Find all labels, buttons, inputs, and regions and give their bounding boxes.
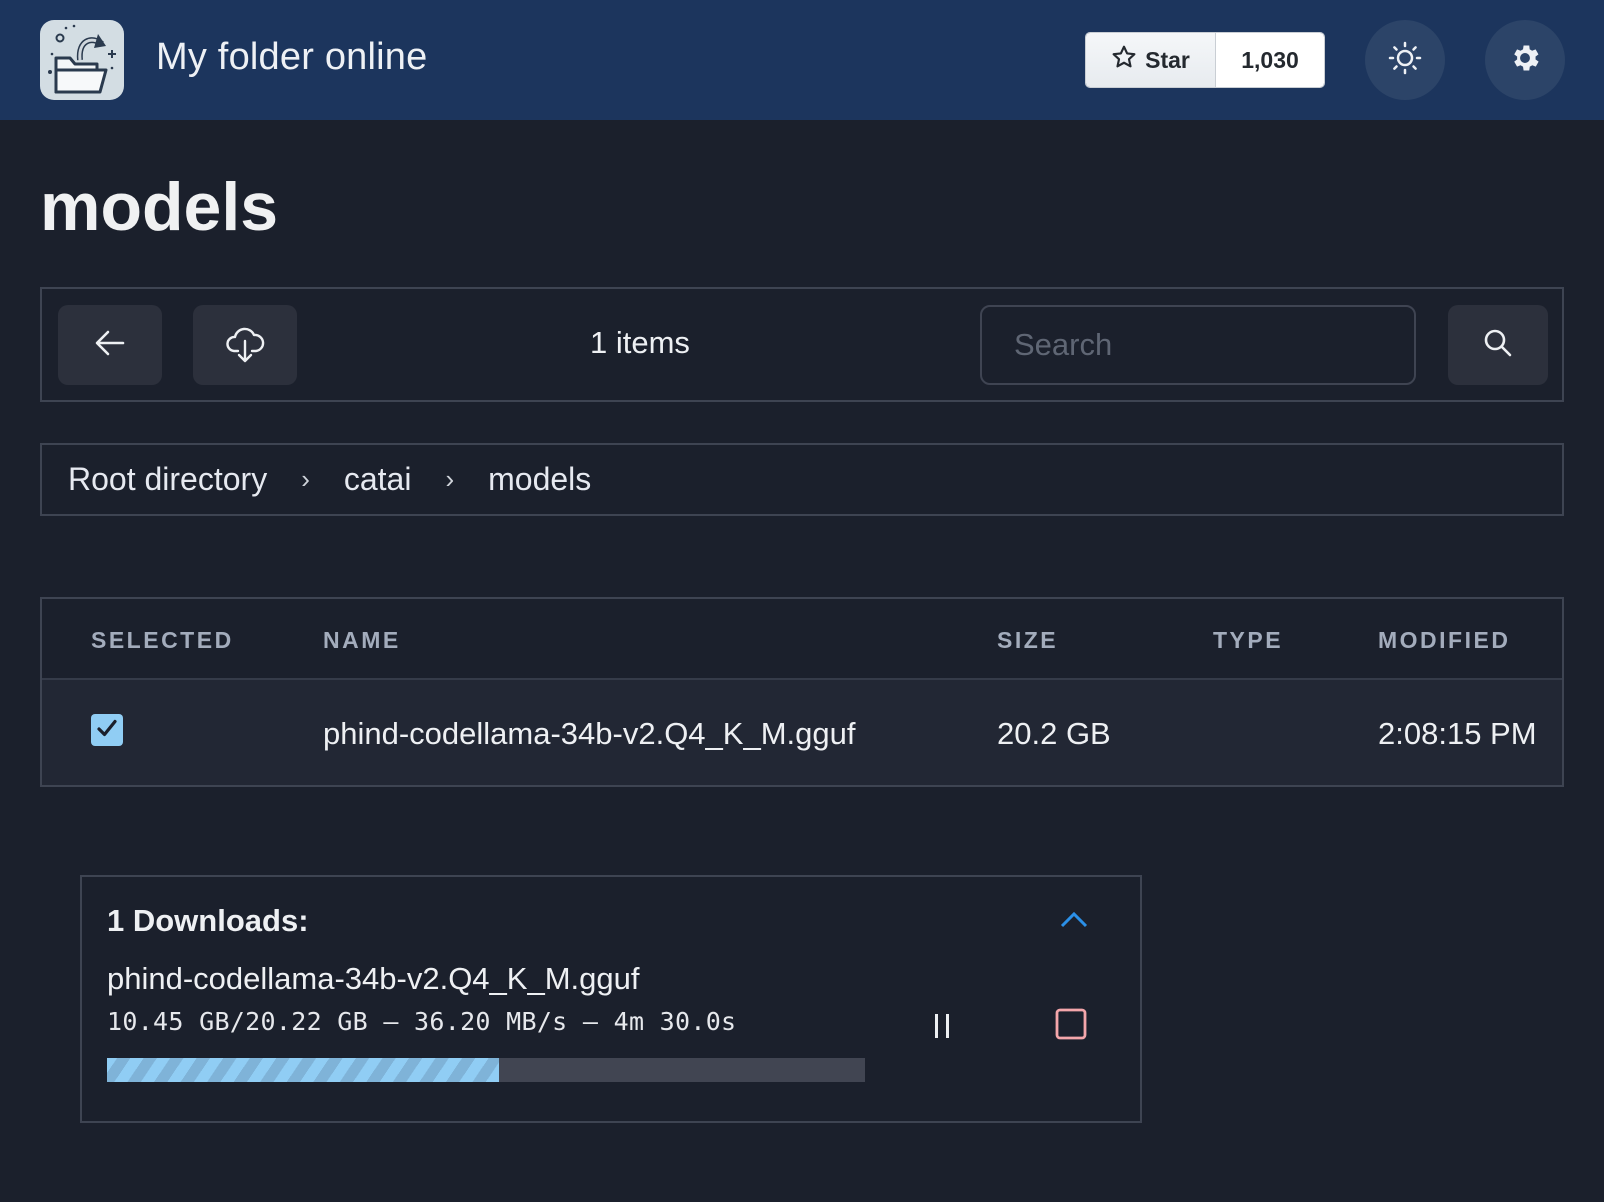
items-count: 1 items (590, 325, 690, 360)
column-header-size[interactable]: SIZE (997, 627, 1058, 654)
stop-icon (1054, 1007, 1088, 1046)
breadcrumb-item-catai[interactable]: catai (344, 461, 412, 498)
star-button[interactable]: Star (1086, 33, 1216, 87)
settings-button[interactable] (1485, 20, 1565, 100)
column-header-name[interactable]: NAME (323, 627, 401, 654)
download-file-name: phind-codellama-34b-v2.Q4_K_M.gguf (107, 961, 640, 996)
star-label: Star (1145, 46, 1190, 73)
file-modified: 2:08:15 PM (1378, 716, 1537, 751)
column-header-type[interactable]: TYPE (1213, 627, 1283, 654)
breadcrumb-item-root[interactable]: Root directory (68, 461, 267, 498)
downloads-title: 1 Downloads: (107, 903, 309, 938)
gear-icon (1508, 41, 1542, 80)
search-button[interactable] (1448, 305, 1548, 385)
download-stats: 10.45 GB/20.22 GB – 36.20 MB/s – 4m 30.0… (107, 1007, 737, 1036)
breadcrumb-item-models[interactable]: models (488, 461, 591, 498)
pause-button[interactable] (922, 1007, 962, 1047)
theme-toggle-button[interactable] (1365, 20, 1445, 100)
pause-icon (930, 1010, 954, 1045)
arrow-left-icon (93, 326, 127, 365)
collapse-button[interactable] (1054, 905, 1094, 939)
column-header-selected[interactable]: SELECTED (91, 627, 234, 654)
app-title: My folder online (156, 36, 428, 78)
chevron-up-icon (1059, 910, 1089, 935)
toolbar: 1 items (40, 287, 1564, 402)
folder-open-icon[interactable] (40, 20, 124, 100)
breadcrumb: Root directory › catai › models (40, 443, 1564, 516)
star-count[interactable]: 1,030 (1216, 33, 1324, 87)
github-star-widget: Star 1,030 (1085, 32, 1325, 88)
chevron-right-icon: › (301, 464, 310, 494)
page-title: models (40, 169, 279, 245)
column-header-modified[interactable]: MODIFIED (1378, 627, 1510, 654)
download-button[interactable] (193, 305, 297, 385)
chevron-right-icon: › (445, 464, 455, 494)
cloud-download-icon (223, 321, 267, 370)
table-row[interactable]: phind-codellama-34b-v2.Q4_K_M.gguf 20.2 … (42, 680, 1562, 785)
sun-icon (1388, 41, 1422, 80)
search-input[interactable] (980, 305, 1416, 385)
file-name[interactable]: phind-codellama-34b-v2.Q4_K_M.gguf (323, 716, 855, 752)
cancel-download-button[interactable] (1048, 1003, 1094, 1049)
downloads-panel: 1 Downloads: phind-codellama-34b-v2.Q4_K… (80, 875, 1142, 1123)
table-header: SELECTED NAME SIZE TYPE MODIFIED (42, 599, 1562, 680)
star-icon (1111, 44, 1137, 76)
file-table: SELECTED NAME SIZE TYPE MODIFIED phind-c… (40, 597, 1564, 787)
app-header: My folder online Star 1,030 (0, 0, 1604, 120)
back-button[interactable] (58, 305, 162, 385)
download-progress-fill (107, 1058, 499, 1082)
search-icon (1482, 327, 1514, 364)
file-size: 20.2 GB (997, 716, 1111, 751)
checkmark-icon (95, 716, 119, 745)
download-progress-bar (107, 1058, 865, 1082)
row-select-checkbox[interactable] (91, 714, 123, 746)
